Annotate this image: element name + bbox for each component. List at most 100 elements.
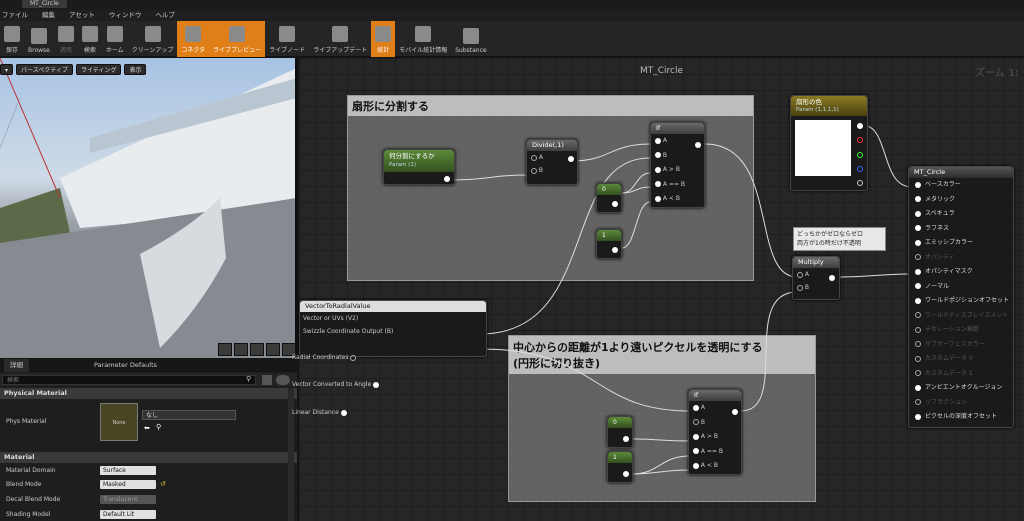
result-input-pin[interactable]: ラフネス <box>909 222 1013 237</box>
result-input-pin[interactable]: ワールドディスプレイスメント <box>909 309 1013 324</box>
result-input-pin[interactable]: ベースカラー <box>909 178 1013 193</box>
pin-dot <box>915 196 921 202</box>
if-pin-altb[interactable]: A < B <box>651 192 704 207</box>
result-input-pin[interactable]: メタリック <box>909 193 1013 208</box>
if-pin-agtb[interactable]: A > B <box>689 430 741 445</box>
pin-label: ピクセルの深度オフセット <box>925 413 998 420</box>
radial-output-coords[interactable]: Radial Coordinates <box>292 351 478 364</box>
if-node-title: If <box>689 390 741 401</box>
if-output-pin[interactable] <box>732 409 738 415</box>
constant-output-pin[interactable] <box>623 471 629 477</box>
pin-dot <box>915 225 921 231</box>
multiply-node[interactable]: Multiply A B <box>792 256 840 300</box>
pin-label: ワールドポジションオフセット <box>925 297 1010 304</box>
constant-value: 0 <box>597 184 621 195</box>
color-param-title: 扇形の色 <box>796 98 822 106</box>
result-input-pin[interactable]: ワールドポジションオフセット <box>909 294 1013 309</box>
multiply-title: Multiply <box>793 257 839 268</box>
material-result-node[interactable]: MT_Circle ベースカラーメタリック スペキュララフネスエミッシブカラー オパ… <box>908 166 1014 428</box>
result-input-pin[interactable]: アンビエントオクルージョン <box>909 381 1013 396</box>
pin-dot <box>915 268 921 275</box>
divide-output-pin[interactable] <box>568 156 574 162</box>
result-pins: ベースカラーメタリック スペキュララフネスエミッシブカラー オパシティオパシティマス… <box>909 178 1013 425</box>
pin-label: オパシティ <box>925 253 955 261</box>
if-output-pin[interactable] <box>695 142 701 148</box>
result-input-pin[interactable]: サブサーフェスカラー <box>909 338 1013 353</box>
multiply-pin-b[interactable]: B <box>793 281 839 294</box>
color-param-node[interactable]: 扇形の色 Param (1,1,1,1) <box>790 95 868 191</box>
radial-node-title: VectorToRadialValue <box>300 301 486 312</box>
connection-wires <box>451 124 913 475</box>
pin-dot <box>915 370 921 376</box>
constant-node-one[interactable]: 1 <box>596 229 622 259</box>
pin-dot <box>915 341 921 347</box>
pin-label: リフラクション <box>925 398 968 406</box>
pin-label: エミッシブカラー <box>925 239 974 246</box>
if-pin-aeqb[interactable]: A == B <box>651 178 704 193</box>
result-input-pin[interactable]: オパシティマスク <box>909 265 1013 280</box>
pin-dot <box>915 312 921 318</box>
multiply-output-pin[interactable] <box>829 275 835 281</box>
constant-output-pin[interactable] <box>612 247 618 253</box>
radial-input-uv[interactable]: Vector or UVs (V2) <box>300 312 486 325</box>
radial-input-swizzle[interactable]: Swizzle Coordinate Output (B) <box>300 325 486 338</box>
color-output-g-pin[interactable] <box>857 152 863 158</box>
result-input-pin[interactable]: オパシティ <box>909 251 1013 266</box>
tooltip-line1: どっちかがゼロならゼロ <box>797 231 864 238</box>
result-input-pin[interactable]: ノーマル <box>909 280 1013 295</box>
result-input-pin[interactable]: スペキュラ <box>909 207 1013 222</box>
pin-dot <box>915 355 921 362</box>
result-input-pin[interactable]: ピクセルの深度オフセット <box>909 410 1013 425</box>
pin-label: ワールドディスプレイスメント <box>925 311 1009 319</box>
pin-dot <box>915 210 921 217</box>
pin-label: カスタムデータ 1 <box>925 369 973 377</box>
result-input-pin[interactable]: カスタムデータ 0 <box>909 352 1013 367</box>
radial-output-distance[interactable]: Linear Distance <box>292 406 478 419</box>
output-pin[interactable] <box>444 176 450 182</box>
wire-if2-to-multiply <box>740 291 798 412</box>
if-pin-agtb[interactable]: A > B <box>651 163 704 178</box>
if-pin-b[interactable]: B <box>689 416 741 431</box>
result-input-pin[interactable]: カスタムデータ 1 <box>909 367 1013 382</box>
constant-node-zero[interactable]: 0 <box>596 183 622 213</box>
pin-label: カスタムデータ 0 <box>925 355 973 362</box>
constant-value: 1 <box>597 230 621 241</box>
result-node-title: MT_Circle <box>909 167 1013 178</box>
result-input-pin[interactable]: エミッシブカラー <box>909 236 1013 251</box>
if-pin-aeqb[interactable]: A == B <box>689 445 741 460</box>
multiply-comment-bubble: どっちかがゼロならゼロ 両方が1の時だけ不透明 <box>793 227 886 251</box>
constant-node-zero[interactable]: 0 <box>607 416 633 448</box>
if-node-1[interactable]: If A B A > B A == B A < B <box>650 122 705 208</box>
color-param-header: 扇形の色 Param (1,1,1,1) <box>791 96 867 116</box>
wire-distance-to-if2 <box>479 348 691 412</box>
if-pin-b[interactable]: B <box>651 149 704 164</box>
pin-label: テセレーション乗数 <box>925 326 979 333</box>
pin-label: ノーマル <box>925 282 950 290</box>
pin-dot <box>915 399 921 405</box>
constant-output-pin[interactable] <box>623 436 629 442</box>
pin-dot <box>915 297 921 304</box>
result-input-pin[interactable]: テセレーション乗数 <box>909 323 1013 338</box>
wire-one-to-if <box>621 201 651 249</box>
divide-pin-b[interactable]: B <box>527 164 577 177</box>
constant-output-pin[interactable] <box>612 201 618 207</box>
pin-label: ラフネス <box>925 224 950 232</box>
pin-label: ベースカラー <box>925 181 961 188</box>
param-node-divisions[interactable]: 何分割にするか Param (1) <box>383 149 455 185</box>
divide-node[interactable]: Divide(,1) A B <box>526 139 578 185</box>
constant-node-one[interactable]: 1 <box>607 451 633 483</box>
color-swatch[interactable] <box>795 120 851 176</box>
color-output-r-pin[interactable] <box>857 137 863 143</box>
radial-output-angle[interactable]: Vector Converted to Angle <box>292 378 478 391</box>
tooltip-line2: 両方が1の時だけ不透明 <box>797 240 861 247</box>
color-output-rgb-pin[interactable] <box>857 123 863 129</box>
if-pin-altb[interactable]: A < B <box>689 459 741 474</box>
param-node-title: 何分割にするか <box>389 152 435 160</box>
pin-label: オパシティマスク <box>925 268 973 275</box>
vector-to-radial-node[interactable]: VectorToRadialValue Vector or UVs (V2) S… <box>292 300 487 416</box>
result-input-pin[interactable]: リフラクション <box>909 396 1013 411</box>
color-output-b-pin[interactable] <box>857 166 863 172</box>
if-node-2[interactable]: If A B A > B A == B A < B <box>688 389 742 475</box>
pin-dot <box>915 181 921 188</box>
color-output-a-pin[interactable] <box>857 180 863 186</box>
